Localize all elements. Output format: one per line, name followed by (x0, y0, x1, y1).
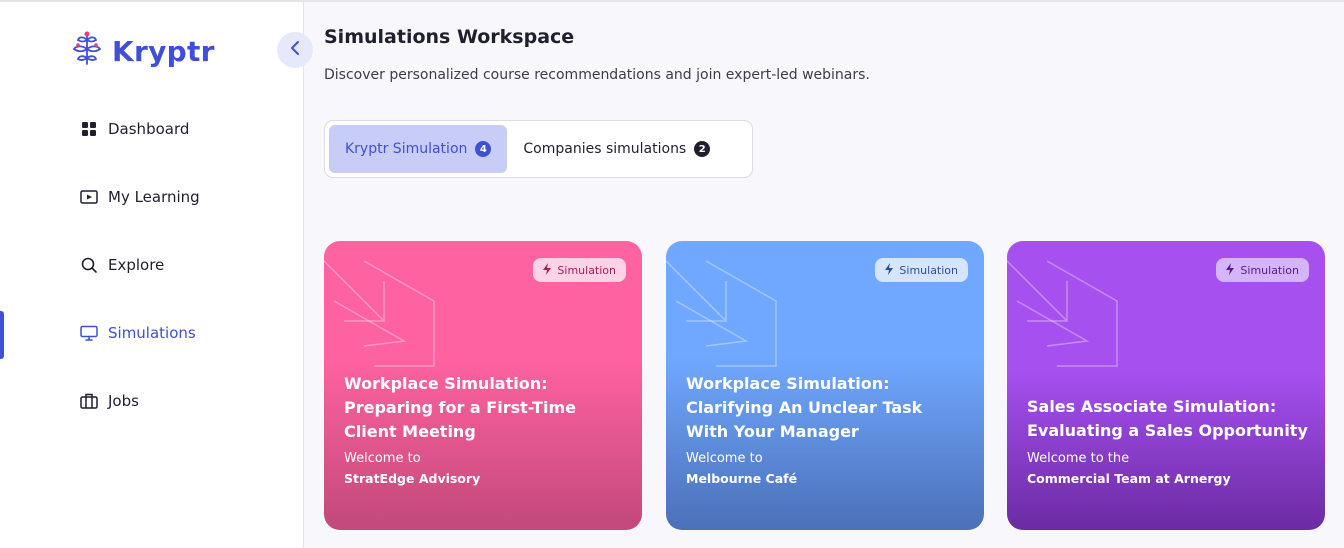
page-title: Simulations Workspace (324, 26, 575, 48)
video-play-icon (80, 188, 98, 206)
simulation-card[interactable]: Simulation Workplace Simulation: Prepari… (324, 241, 642, 530)
lightning-icon (543, 262, 552, 278)
card-company-name: StratEdge Advisory (344, 471, 481, 486)
kryptr-logo-icon (70, 30, 104, 72)
collapse-sidebar-button[interactable] (277, 32, 313, 68)
simulation-tabs: Kryptr Simulation 4 Companies simulation… (324, 120, 753, 178)
tab-label: Companies simulations (523, 141, 687, 157)
chevron-left-icon (289, 40, 301, 60)
sidebar-item-dashboard[interactable]: Dashboard (80, 120, 189, 138)
sidebar-item-simulations[interactable]: Simulations (80, 324, 196, 342)
sidebar-item-label: Explore (108, 256, 165, 274)
simulation-badge: Simulation (533, 258, 626, 282)
card-welcome-text: Welcome to (344, 451, 421, 466)
sidebar-item-my-learning[interactable]: My Learning (80, 188, 200, 206)
card-company-name: Melbourne Café (686, 471, 798, 486)
card-welcome-text: Welcome to the (1027, 451, 1130, 466)
page-subtitle: Discover personalized course recommendat… (324, 67, 870, 83)
badge-label: Simulation (1240, 263, 1299, 277)
sidebar-item-explore[interactable]: Explore (80, 256, 164, 274)
search-icon (80, 256, 98, 274)
dashboard-grid-icon (80, 120, 98, 138)
monitor-icon (80, 324, 98, 342)
sidebar-item-label: My Learning (108, 188, 200, 206)
card-title: Workplace Simulation: Preparing for a Fi… (344, 374, 576, 441)
simulation-badge: Simulation (1216, 258, 1309, 282)
sidebar-item-jobs[interactable]: Jobs (80, 392, 139, 410)
sidebar-item-label: Jobs (108, 392, 139, 410)
brand-name: Kryptr (112, 34, 215, 68)
card-welcome-text: Welcome to (686, 451, 763, 466)
sidebar-item-label: Simulations (108, 324, 196, 342)
active-indicator (0, 311, 4, 359)
briefcase-icon (80, 392, 98, 410)
card-title: Workplace Simulation: Clarifying An Uncl… (686, 374, 923, 441)
simulation-badge: Simulation (875, 258, 968, 282)
simulation-card[interactable]: Simulation Sales Associate Simulation: E… (1007, 241, 1325, 530)
simulation-card[interactable]: Simulation Workplace Simulation: Clarify… (666, 241, 984, 530)
lightning-icon (1226, 262, 1235, 278)
tab-count-badge: 4 (475, 141, 492, 157)
tab-companies-simulations[interactable]: Companies simulations 2 (507, 125, 726, 173)
badge-label: Simulation (899, 263, 958, 277)
tab-count-badge: 2 (694, 141, 711, 157)
brand-logo[interactable]: Kryptr (70, 30, 215, 72)
tab-label: Kryptr Simulation (345, 141, 468, 157)
sidebar: Kryptr Dashboard My Learning Explore Sim… (0, 2, 313, 548)
card-title: Sales Associate Simulation: Evaluating a… (1027, 397, 1308, 440)
badge-label: Simulation (557, 263, 616, 277)
card-company-name: Commercial Team at Arnergy (1027, 471, 1231, 486)
lightning-icon (885, 262, 894, 278)
tab-kryptr-simulation[interactable]: Kryptr Simulation 4 (329, 125, 508, 173)
sidebar-item-label: Dashboard (108, 120, 190, 138)
